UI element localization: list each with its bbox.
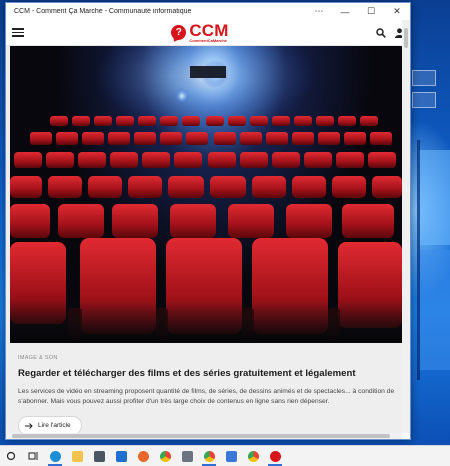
more-options-button[interactable]: ⋯ [306,3,332,20]
wallpaper-pane [418,150,450,245]
folder-icon[interactable] [66,446,88,466]
window-title: CCM - Comment Ça Marche - Communauté inf… [14,8,192,15]
arrow-right-icon [25,422,33,429]
desktop-shortcut-icon[interactable] [412,92,436,108]
minimize-button[interactable]: — [332,3,358,20]
read-article-label: Lire l'article [38,422,71,429]
chrome-icon[interactable] [154,446,176,466]
wallpaper-divider [417,140,420,380]
logo-text: CCM [189,21,229,40]
title-bar[interactable]: CCM - Comment Ça Marche - Communauté inf… [6,3,410,20]
chrome-icon-3[interactable] [242,446,264,466]
unknown-app-icon[interactable] [176,446,198,466]
ccm-app-icon[interactable] [264,446,286,466]
cinema-seats-image [10,46,402,343]
article-category[interactable]: IMAGE & SON [18,355,58,361]
code-editor-icon[interactable] [220,446,242,466]
chrome-icon-2[interactable] [198,446,220,466]
site-logo[interactable]: ? CCM CommentCaMarche [171,22,228,43]
maximize-button[interactable]: ☐ [358,3,384,20]
task-view-icon[interactable] [22,446,44,466]
search-icon[interactable] [376,27,386,38]
logo-badge-icon: ? [171,25,187,40]
logo-subtext: CommentCaMarche [189,38,227,43]
site-header: ? CCM CommentCaMarche [6,20,410,46]
close-button[interactable]: ✕ [384,3,410,20]
edge-icon[interactable] [44,446,66,466]
vertical-scrollbar-thumb[interactable] [404,28,408,48]
article-title[interactable]: Regarder et télécharger des films et des… [18,368,396,379]
store-icon[interactable] [88,446,110,466]
start-search-icon[interactable] [0,446,22,466]
wallpaper-pane [418,250,450,370]
horizontal-scrollbar[interactable] [6,433,402,439]
page-content: IMAGE & SON Regarder et télécharger des … [6,46,402,436]
vertical-scrollbar[interactable] [402,20,410,433]
article-excerpt: Les services de vidéo en streaming propo… [18,388,395,405]
menu-icon[interactable] [12,28,24,37]
firefox-icon[interactable] [132,446,154,466]
taskbar [0,445,450,466]
article-hero-image[interactable] [10,46,402,343]
mail-icon[interactable] [110,446,132,466]
horizontal-scrollbar-thumb[interactable] [12,434,390,438]
desktop-shortcut-icon[interactable] [412,70,436,86]
browser-window: CCM - Comment Ça Marche - Communauté inf… [5,2,411,440]
